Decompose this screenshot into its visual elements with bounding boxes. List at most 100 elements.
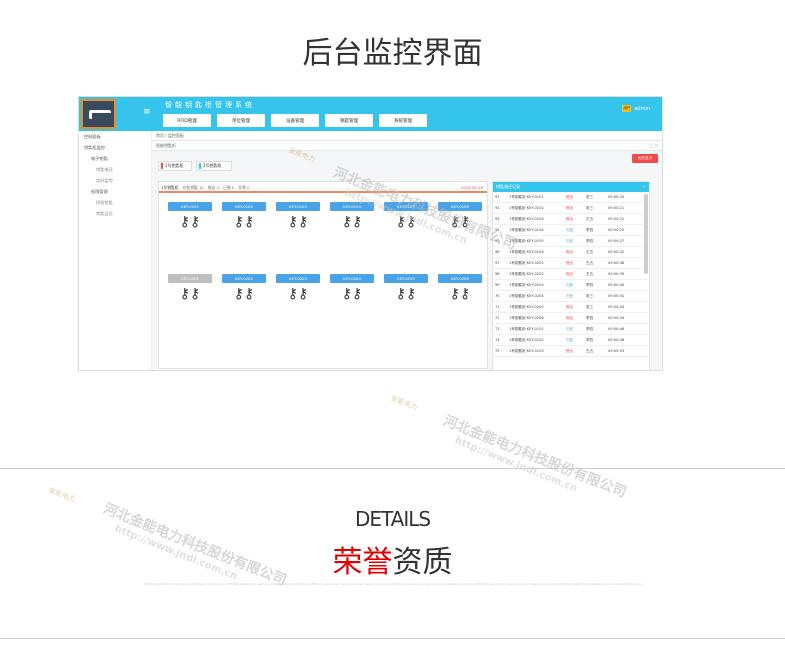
- minimize-icon[interactable]: –: [643, 182, 645, 192]
- divider: [0, 468, 785, 469]
- panel-tab[interactable]: 在柜钥匙 12: [183, 185, 204, 190]
- log-cell: 09:00:48: [608, 338, 625, 342]
- sidebar-item-dashboard[interactable]: 控制面板: [79, 131, 151, 142]
- key-slot-label: KEY-0102: [222, 202, 266, 211]
- key-icon: ⚷⚷: [179, 214, 201, 230]
- sidebar-item-keylog[interactable]: 钥匙日志: [79, 208, 151, 219]
- log-cell: 91: [495, 195, 500, 199]
- log-cell: 1号钥匙柜 KEY-0206: [509, 315, 544, 320]
- key-icon: ⚷⚷: [395, 286, 417, 302]
- panel-tab[interactable]: 异常 0: [238, 185, 249, 190]
- log-cell: 张三: [586, 304, 594, 309]
- log-cell: 1号钥匙柜 KEY-0203: [509, 282, 544, 287]
- cabinet-tab-1[interactable]: 1号钥匙柜: [158, 161, 192, 171]
- log-cell: 1号钥匙柜 KEY-0103: [509, 216, 544, 221]
- watermark: 河北金能电力科技股份有限公司 http://www.jndl.com.cn: [436, 410, 629, 512]
- log-cell: 归还: [566, 337, 574, 342]
- log-cell: 09:00:38: [608, 261, 625, 265]
- log-cell: 王五: [586, 348, 594, 353]
- log-cell: 98: [495, 272, 500, 276]
- key-slot-label: KEY-0202: [222, 274, 266, 283]
- nav-key[interactable]: 钥匙管理: [325, 114, 373, 127]
- key-slot[interactable]: KEY-0103 ⚷⚷: [276, 202, 320, 235]
- sidebar-item-authkey[interactable]: 授权钥匙: [79, 197, 151, 208]
- key-slot[interactable]: KEY-0202 ⚷⚷: [222, 274, 266, 307]
- panel-tab[interactable]: 借出 3: [208, 185, 219, 190]
- log-row: 96 1号钥匙柜 KEY-0106 借出 王五 09:00:32: [493, 247, 649, 258]
- key-slot-label: KEY-0103: [276, 202, 320, 211]
- panel-date: 2019-05-29: [460, 185, 483, 190]
- tab-bar: 智能钥匙柜 □ ⊡ 优先显示: [152, 141, 662, 163]
- log-row: 70 1号钥匙柜 KEY-0204 归还 张三 09:00:41: [493, 291, 649, 302]
- panel-tab[interactable]: 1号钥匙柜: [161, 185, 179, 190]
- sidebar-item-permission[interactable]: 权限管理: [79, 186, 151, 197]
- system-name: 智能钥匙柜管理系统: [165, 101, 255, 109]
- log-cell: 1号钥匙柜 KEY-0106: [509, 249, 544, 254]
- key-icon: ⚷⚷: [233, 214, 255, 230]
- key-slot[interactable]: KEY-0205 ⚷⚷: [384, 274, 428, 307]
- log-cell: 74: [495, 338, 500, 342]
- key-icon: ⚷⚷: [287, 214, 309, 230]
- log-cell: 借出: [566, 260, 574, 265]
- log-scrollbar[interactable]: [644, 194, 648, 274]
- log-cell: 王五: [586, 249, 594, 254]
- log-cell: 75: [495, 349, 500, 353]
- key-icon: ⚷⚷: [287, 286, 309, 302]
- window-icons[interactable]: □ ⊡: [650, 143, 658, 148]
- log-cell: 73: [495, 327, 500, 331]
- log-cell: 99: [495, 283, 500, 287]
- log-cell: 09:00:21: [608, 206, 625, 210]
- key-icon: ⚷⚷: [449, 286, 471, 302]
- log-cell: 张三: [586, 194, 594, 199]
- log-cell: 借出: [566, 348, 574, 353]
- sidebar-item-monitor[interactable]: 钥匙柜监控: [79, 142, 151, 153]
- user-menu[interactable]: 用户 admin: [622, 105, 650, 112]
- log-cell: 张三: [586, 205, 594, 210]
- key-slot-label: KEY-0206: [438, 274, 482, 283]
- page-title: 后台监控界面: [302, 36, 483, 71]
- log-cell: 李四: [586, 238, 594, 243]
- log-title: 钥匙借还记录: [496, 184, 520, 189]
- log-row: 74 1号钥匙柜 KEY-0102 归还 李四 09:00:48: [493, 335, 649, 346]
- key-slot[interactable]: KEY-0204 ⚷⚷: [330, 274, 374, 307]
- top-nav: RFID管理 单位管理 设备管理 钥匙管理 系统管理: [163, 114, 427, 127]
- key-icon: ⚷⚷: [179, 286, 201, 302]
- log-cell: 张三: [586, 293, 594, 298]
- nav-device[interactable]: 设备管理: [271, 114, 319, 127]
- log-cell: 借出: [566, 315, 574, 320]
- priority-button[interactable]: 优先显示: [632, 154, 658, 163]
- key-icon: ⚷⚷: [341, 286, 363, 302]
- log-cell: 1号钥匙柜 KEY-0101: [509, 326, 544, 331]
- log-cell: 09:00:39: [608, 272, 625, 276]
- log-header: 钥匙借还记录 –: [493, 182, 649, 192]
- honor-text: 资质: [392, 545, 453, 580]
- log-cell: 归还: [566, 326, 574, 331]
- log-cell: 1号钥匙柜 KEY-0204: [509, 293, 544, 298]
- panel-tabs: 1号钥匙柜 在柜钥匙 12 借出 3 已借 0 异常 0 2019-05-29: [159, 182, 487, 193]
- sidebar-item-realtime[interactable]: 实时监控: [79, 175, 151, 186]
- sidebar-item-borrow[interactable]: 钥匙借还: [79, 164, 151, 175]
- menu-icon[interactable]: ≡: [143, 107, 151, 117]
- key-slot[interactable]: KEY-0102 ⚷⚷: [222, 202, 266, 235]
- key-slot[interactable]: KEY-0201 ⚷⚷: [168, 274, 212, 307]
- tab-title[interactable]: 智能钥匙柜: [156, 143, 176, 148]
- key-slot[interactable]: KEY-0206 ⚷⚷: [438, 274, 482, 307]
- breadcrumb: 首页 / 监控面板: [152, 131, 662, 141]
- key-slot[interactable]: KEY-0203 ⚷⚷: [276, 274, 320, 307]
- nav-system[interactable]: 系统管理: [379, 114, 427, 127]
- panel-tab[interactable]: 已借 0: [223, 185, 234, 190]
- log-cell: 09:00:25: [608, 228, 625, 232]
- sidebar-item-ekey[interactable]: 电子钥匙: [79, 153, 151, 164]
- log-cell: 李四: [586, 282, 594, 287]
- log-cell: 09:00:32: [608, 250, 625, 254]
- logo: [81, 99, 116, 129]
- log-cell: 归还: [566, 227, 574, 232]
- log-row: 91 1号钥匙柜 KEY-0101 借出 张三 09:00:20: [493, 192, 649, 203]
- cabinet-tab-2[interactable]: 2号钥匙柜: [196, 161, 232, 171]
- key-slot[interactable]: KEY-0101 ⚷⚷: [168, 202, 212, 235]
- key-slot-label: KEY-0205: [384, 274, 428, 283]
- alert-bar: [161, 163, 163, 169]
- nav-unit[interactable]: 单位管理: [217, 114, 265, 127]
- nav-rfid[interactable]: RFID管理: [163, 114, 211, 127]
- log-cell: 王五: [586, 271, 594, 276]
